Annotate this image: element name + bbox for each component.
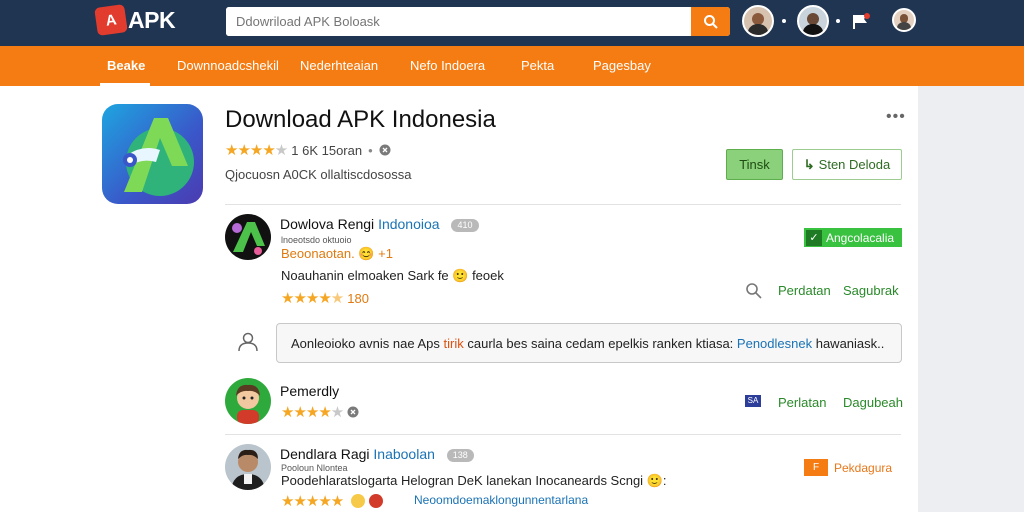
rating-stars: ★★★★★ xyxy=(225,142,288,159)
nav-item-pagesbay[interactable]: Pagesbay xyxy=(593,58,651,73)
comment-text-mid: caurla bes saina cedam epelkis ranken kt… xyxy=(467,336,734,351)
check-icon: ✓ xyxy=(806,229,822,246)
row-4-text: Poodehlaratslogarta Helogran DeK lanekan… xyxy=(281,473,667,488)
row-4-title-main: Dendlara Ragi xyxy=(280,446,370,462)
row-1-subtext: lnoeotsdo oktuoio xyxy=(281,235,352,245)
app-rating-row: ★★★★★ 1 6K 15oran • xyxy=(225,141,391,159)
app-subtitle: Qjocuosn A0CK ollaltiscdosossa xyxy=(225,167,412,182)
row-1-title[interactable]: Dowlova Rengi Indonoioa 410 xyxy=(280,216,479,232)
flag-icon: SA xyxy=(745,395,761,407)
app-icon xyxy=(102,104,203,204)
row-1-avatar[interactable] xyxy=(225,214,271,260)
row-1-rating-value: 180 xyxy=(347,290,369,306)
row-4-title[interactable]: Dendlara Ragi Inaboolan 138 xyxy=(280,446,474,462)
search-bar xyxy=(226,7,730,36)
separator-dot xyxy=(782,19,786,23)
row-3-action-dagubeah[interactable]: Dagubeah xyxy=(843,395,903,410)
row-3-action-perlatan[interactable]: Perlatan xyxy=(778,395,826,410)
row-1-status-tag[interactable]: ✓ Angcolacalia xyxy=(804,228,902,247)
comment-box[interactable]: Aonleoioko avnis nae Aps tirik caurla be… xyxy=(276,323,902,363)
cartoon-avatar-icon xyxy=(236,384,260,424)
notification-flag-icon[interactable] xyxy=(852,13,870,29)
row-4-rating: ★★★★★ xyxy=(281,492,384,510)
row-1-pill: 410 xyxy=(451,218,479,232)
install-button[interactable]: Tinsk xyxy=(726,149,783,180)
avatar-user-2[interactable] xyxy=(797,5,829,37)
row-4-tag-icon: F xyxy=(804,459,828,476)
comment-link[interactable]: Penodlesnek xyxy=(737,336,812,351)
logo[interactable]: A APK xyxy=(94,4,176,36)
row-4-tag-label: Pekdagura xyxy=(834,460,893,475)
nav-bar: Beake Downnoadcshekil Nederhteaian Nefo … xyxy=(0,46,1024,86)
apk-logo-icon xyxy=(232,222,265,255)
rating-count: 1 6K 15oran xyxy=(291,142,363,158)
row-1-action-sagubrak[interactable]: Sagubrak xyxy=(843,283,899,298)
avatar-profile[interactable] xyxy=(892,8,916,32)
nav-item-nederhteaian[interactable]: Nederhteaian xyxy=(300,58,378,73)
divider xyxy=(225,204,901,205)
row-1-stars: ★★★★★ xyxy=(281,290,344,307)
row-1-action-perdatan[interactable]: Perdatan xyxy=(778,283,831,298)
row-3-rating: ★★★★★ xyxy=(281,403,359,421)
divider xyxy=(225,434,901,435)
row-1-tag-label: Angcolacalia xyxy=(826,230,895,245)
comment-text-pre: Aonleoioko avnis nae Aps xyxy=(291,336,440,351)
right-gutter xyxy=(918,86,1024,512)
detail-button-label: Sten Deloda xyxy=(818,157,891,172)
search-icon xyxy=(703,14,718,29)
nav-item-nefo-indoera[interactable]: Nefo Indoera xyxy=(410,58,485,73)
more-options-icon[interactable]: ••• xyxy=(886,108,906,126)
row-4-avatar[interactable] xyxy=(225,444,271,490)
person-avatar-icon xyxy=(231,449,265,490)
nav-item-pekta[interactable]: Pekta xyxy=(521,58,554,73)
row-1-title-highlight: Indonoioa xyxy=(378,216,440,232)
avatar-user-1[interactable] xyxy=(742,5,774,37)
row-4-subtext: Pooloun Nlontea xyxy=(281,463,348,473)
search-input[interactable] xyxy=(226,7,691,36)
row-4-link[interactable]: Neoomdoemaklongunnentarlana xyxy=(414,493,588,507)
row-4-pill: 138 xyxy=(446,448,474,462)
nav-item-download[interactable]: Downnoadcshekil xyxy=(177,58,279,73)
row-3-stars: ★★★★★ xyxy=(281,404,344,421)
row-1-rating: ★★★★★ 180 xyxy=(281,289,369,307)
row-1-title-main: Dowlova Rengi xyxy=(280,216,375,232)
info-icon[interactable] xyxy=(379,144,391,156)
search-button[interactable] xyxy=(691,7,730,36)
users-icon xyxy=(238,332,258,352)
logo-text: APK xyxy=(128,6,176,33)
row-3-title[interactable]: Pemerdly xyxy=(280,383,339,399)
row-4-title-highlight: Inaboolan xyxy=(373,446,435,462)
row-4-status-tag[interactable]: F Pekdagura xyxy=(804,458,902,477)
logo-mark-icon: A xyxy=(94,4,128,36)
row-1-text: Noauhanin elmoaken Sark fe 🙂 feoek xyxy=(281,268,504,283)
nav-item-beake[interactable]: Beake xyxy=(107,58,145,73)
comment-highlight: tirik xyxy=(443,336,464,351)
app-card: Download APK Indonesia ••• ★★★★★ 1 6K 15… xyxy=(0,86,918,512)
detail-button[interactable]: ↳ Sten Deloda xyxy=(792,149,902,180)
row-4-stars: ★★★★★ xyxy=(281,493,344,510)
app-title: Download APK Indonesia xyxy=(225,106,496,133)
info-icon[interactable] xyxy=(347,406,359,418)
download-arrow-icon: ↳ xyxy=(803,156,815,172)
top-bar: A APK xyxy=(0,0,1024,46)
comment-text-post: hawaniask.. xyxy=(815,336,885,351)
search-icon[interactable] xyxy=(745,282,763,300)
row-1-meta: Beoonaotan. 😊 +1 xyxy=(281,246,393,261)
smile-emoji-icon xyxy=(351,494,366,508)
app-logo-icon xyxy=(123,118,194,196)
row-3-avatar[interactable] xyxy=(225,378,271,424)
separator-dot xyxy=(836,19,840,23)
red-badge-icon xyxy=(369,494,384,508)
